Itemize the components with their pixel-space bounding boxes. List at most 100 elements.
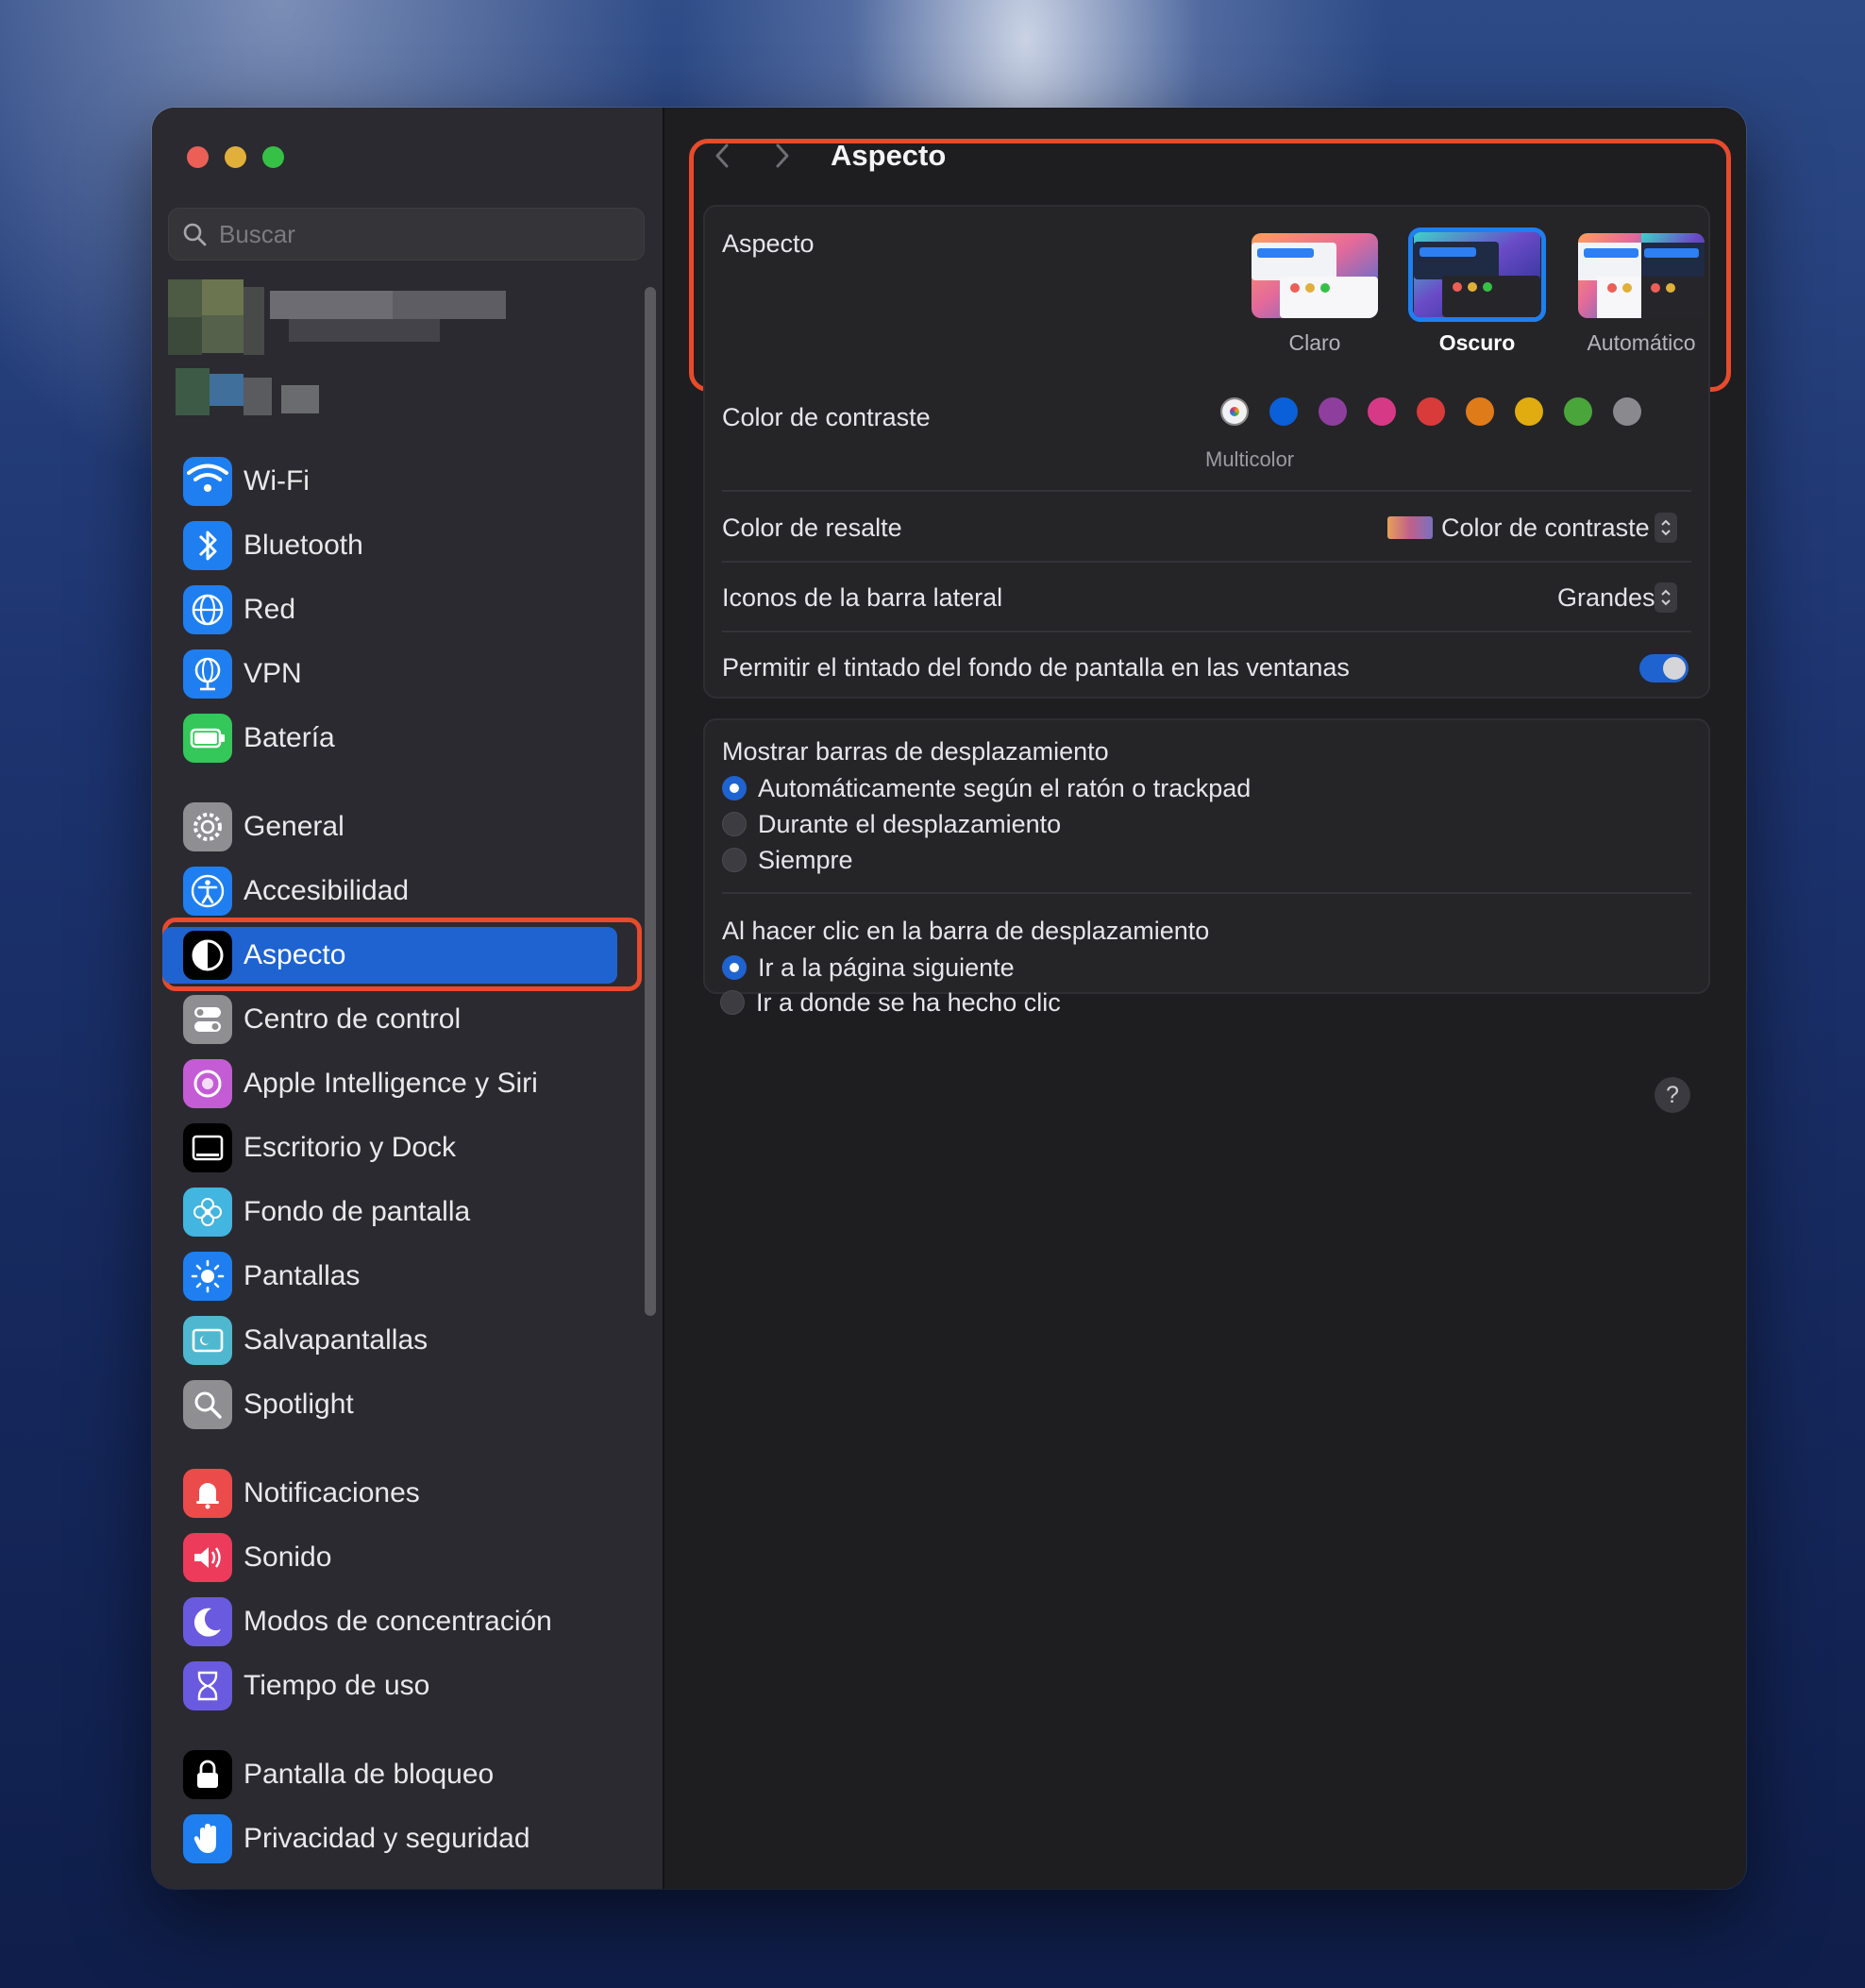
vpn-globe-icon [183, 649, 232, 699]
sidebar-item-wi-fi[interactable]: Wi-Fi [162, 453, 638, 510]
accent-swatch[interactable] [1319, 397, 1347, 426]
zoom-window-button[interactable] [262, 146, 284, 168]
tinting-toggle[interactable] [1639, 654, 1689, 682]
sidebar-icons-label: Iconos de la barra lateral [722, 583, 1003, 612]
lock-icon [183, 1750, 232, 1799]
sidebar-item-label: Pantallas [244, 1260, 361, 1291]
accent-color-label: Color de contraste [722, 403, 931, 431]
appearance-icon [183, 931, 232, 980]
sidebar-item-label: Salvapantallas [244, 1324, 428, 1356]
screensaver-icon [183, 1316, 232, 1365]
globe-icon [183, 585, 232, 634]
sidebar-icons-popup[interactable]: Grandes [1557, 583, 1655, 613]
sidebar-item-label: Notificaciones [244, 1477, 420, 1508]
sidebar-item-tiempo-de-uso[interactable]: Tiempo de uso [162, 1658, 638, 1714]
divider [722, 561, 1691, 563]
sidebar-item-accesibilidad[interactable]: Accesibilidad [162, 863, 638, 919]
sidebar-item-label: Apple Intelligence y Siri [244, 1068, 538, 1099]
divider [722, 631, 1691, 632]
click-option-clicked-spot[interactable]: Ir a donde se ha hecho clic [756, 988, 1061, 1018]
accent-swatch[interactable] [1613, 397, 1641, 426]
sidebar-item-batería[interactable]: Batería [162, 710, 638, 767]
wifi-icon [183, 457, 232, 506]
divider [722, 490, 1691, 492]
search-input[interactable] [217, 218, 617, 250]
hand-icon [183, 1814, 232, 1863]
search-field[interactable] [168, 208, 645, 261]
sidebar-item-privacidad-y-seguridad[interactable]: Privacidad y seguridad [162, 1811, 638, 1867]
accent-caption: Multicolor [1205, 447, 1295, 471]
moon-icon [183, 1597, 232, 1646]
sidebar-item-red[interactable]: Red [162, 581, 638, 638]
minimize-window-button[interactable] [225, 146, 246, 168]
bell-icon [183, 1469, 232, 1518]
sidebar-item-pantalla-de-bloqueo[interactable]: Pantalla de bloqueo [162, 1746, 638, 1803]
sidebar-item-label: Fondo de pantalla [244, 1196, 471, 1227]
scrollbars-label: Mostrar barras de desplazamiento [722, 737, 1109, 766]
sidebar-item-vpn[interactable]: VPN [162, 646, 638, 702]
sidebar-item-label: Modos de concentración [244, 1606, 552, 1637]
scrollbars-radio-auto[interactable] [722, 776, 747, 800]
sidebar-item-label: Centro de control [244, 1003, 462, 1035]
bluetooth-icon [183, 521, 232, 570]
accent-swatch[interactable] [1466, 397, 1494, 426]
appearance-option-dark[interactable] [1408, 227, 1546, 322]
sidebar-item-notificaciones[interactable]: Notificaciones [162, 1465, 638, 1522]
sidebar-item-escritorio-y-dock[interactable]: Escritorio y Dock [162, 1120, 638, 1176]
click-label: Al hacer clic en la barra de desplazamie… [722, 917, 1210, 945]
sidebar: Wi-Fi Bluetooth Red VPN Batería General Accesi… [152, 108, 664, 1889]
scrollbars-radio-always[interactable] [722, 848, 747, 872]
back-arrow-icon[interactable] [712, 142, 732, 170]
auto-preview-icon [1578, 233, 1705, 318]
accent-swatch[interactable] [1515, 397, 1543, 426]
appearance-option-light[interactable] [1252, 233, 1378, 318]
forward-arrow-icon[interactable] [772, 142, 793, 170]
sidebar-item-centro-de-control[interactable]: Centro de control [162, 991, 638, 1048]
sidebar-scrollbar[interactable] [645, 287, 656, 1316]
sidebar-item-label: Tiempo de uso [244, 1670, 430, 1701]
accent-swatch[interactable] [1269, 397, 1298, 426]
appearance-option-auto[interactable] [1578, 233, 1705, 318]
tinting-label: Permitir el tintado del fondo de pantall… [722, 653, 1350, 682]
accent-swatch[interactable] [1220, 397, 1249, 426]
sidebar-item-spotlight[interactable]: Spotlight [162, 1376, 638, 1433]
sidebar-icons-stepper[interactable] [1655, 582, 1677, 613]
sidebar-item-bluetooth[interactable]: Bluetooth [162, 517, 638, 574]
sidebar-item-pantallas[interactable]: Pantallas [162, 1248, 638, 1305]
accent-swatch[interactable] [1564, 397, 1592, 426]
window-controls [187, 146, 284, 168]
dock-icon [183, 1123, 232, 1172]
sidebar-item-label: Bluetooth [244, 530, 363, 561]
sidebar-item-fondo-de-pantalla[interactable]: Fondo de pantalla [162, 1184, 638, 1240]
highlight-color-popup[interactable]: Color de contraste [1441, 514, 1650, 543]
close-window-button[interactable] [187, 146, 209, 168]
click-radio-next-page[interactable] [722, 955, 747, 980]
highlight-stepper[interactable] [1655, 513, 1677, 543]
scrollbars-option-always[interactable]: Siempre [758, 846, 853, 875]
sidebar-item-modos-de-concentración[interactable]: Modos de concentración [162, 1593, 638, 1650]
sidebar-item-aspecto[interactable]: Aspecto [162, 927, 617, 984]
scrollbars-option-scrolling[interactable]: Durante el desplazamiento [758, 810, 1061, 839]
sidebar-item-label: VPN [244, 658, 302, 689]
gear-icon [183, 802, 232, 851]
battery-icon [183, 714, 232, 763]
help-button[interactable]: ? [1655, 1077, 1690, 1113]
appearance-label-dark: Oscuro [1438, 330, 1516, 355]
click-option-next-page[interactable]: Ir a la página siguiente [758, 953, 1015, 983]
sidebar-item-general[interactable]: General [162, 799, 638, 855]
accent-swatch[interactable] [1417, 397, 1445, 426]
sidebar-item-salvapantallas[interactable]: Salvapantallas [162, 1312, 638, 1369]
settings-window: Wi-Fi Bluetooth Red VPN Batería General Accesi… [152, 108, 1746, 1889]
content-pane: Aspecto Aspecto Claro Oscuro Automático … [664, 108, 1746, 1889]
sidebar-item-label: Spotlight [244, 1389, 354, 1420]
sun-icon [183, 1252, 232, 1301]
scrollbars-radio-scrolling[interactable] [722, 812, 747, 836]
accent-swatch[interactable] [1368, 397, 1396, 426]
chevron-updown-icon [1661, 589, 1671, 606]
scrollbars-option-auto[interactable]: Automáticamente según el ratón o trackpa… [758, 774, 1251, 803]
click-radio-clicked-spot[interactable] [720, 990, 745, 1015]
scrollbar-panel: Mostrar barras de desplazamiento Automát… [703, 718, 1710, 994]
sidebar-item-apple-intelligence-y-siri[interactable]: Apple Intelligence y Siri [162, 1055, 638, 1112]
sidebar-item-label: Pantalla de bloqueo [244, 1759, 495, 1790]
sidebar-item-sonido[interactable]: Sonido [162, 1529, 638, 1586]
